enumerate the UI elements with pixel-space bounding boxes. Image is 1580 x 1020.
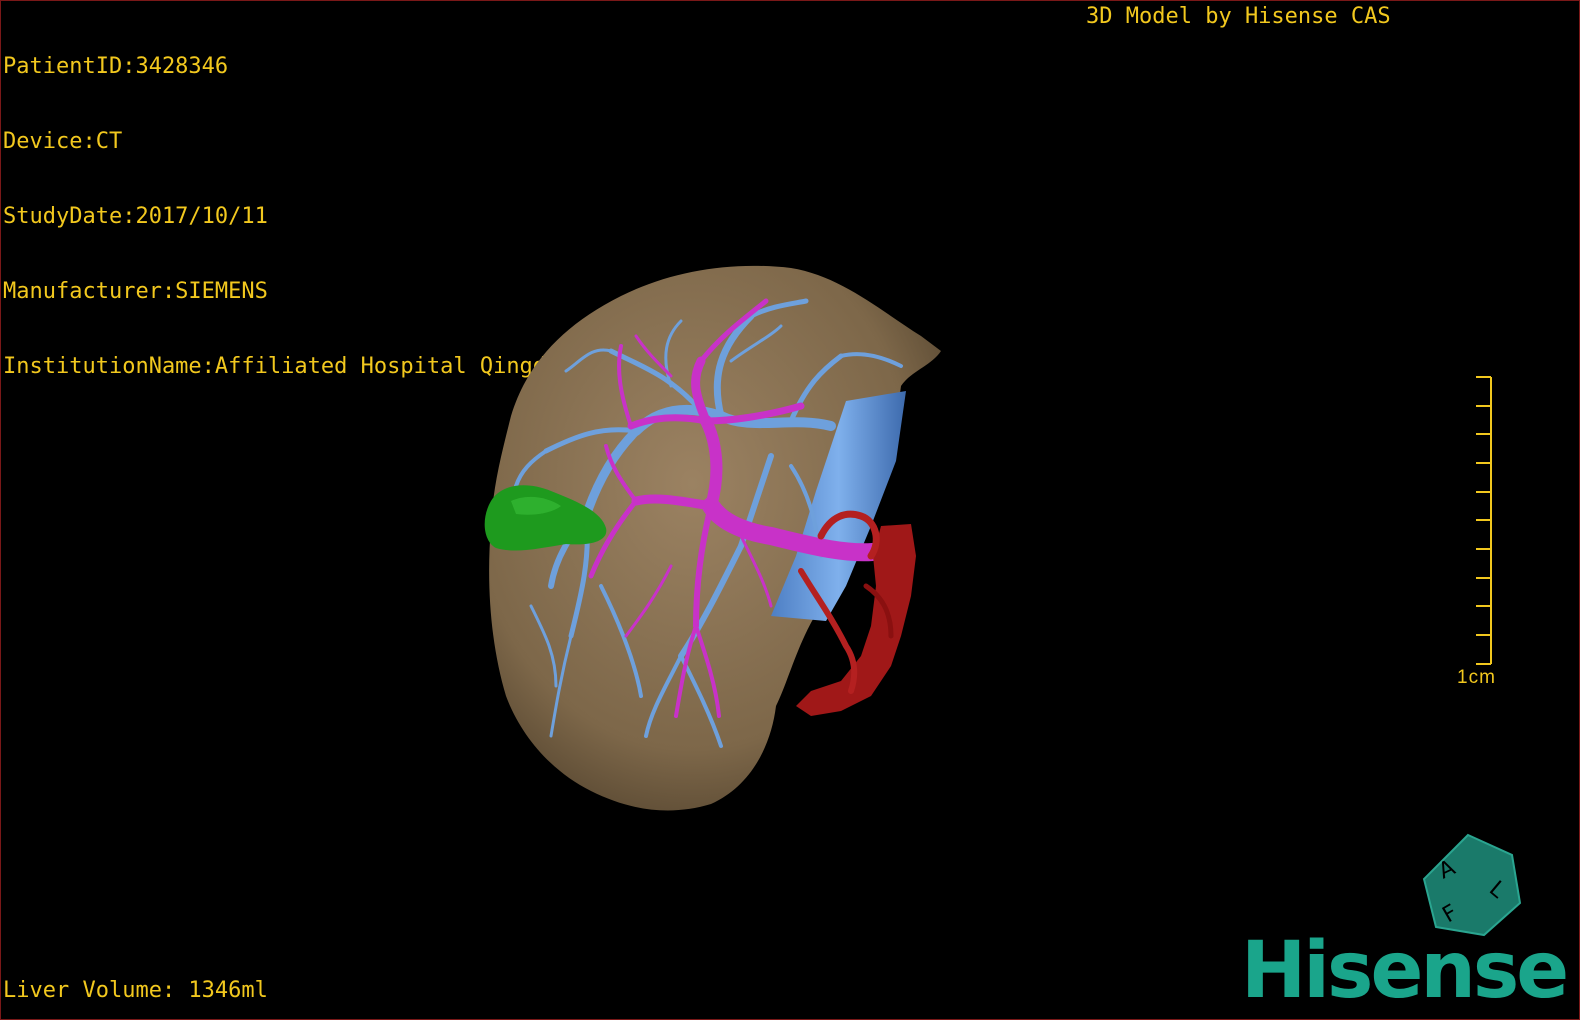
study-date-text: StudyDate:2017/10/11 [3,204,268,229]
liver-3d-model[interactable] [471,256,951,816]
liver-volume-text: Liver Volume: 1346ml [3,978,268,1003]
patient-id-text: PatientID:3428346 [3,54,229,79]
orientation-cube-icon[interactable]: A F L [1416,831,1531,941]
hisense-logo: Hisense [1241,926,1569,1016]
3d-viewport[interactable]: PatientID:3428346 Device:CT StudyDate:20… [0,0,1580,1020]
model-credit-text: 3D Model by Hisense CAS [1086,4,1391,29]
scale-bar [1476,376,1492,665]
scale-bar-label: 1cm [1457,667,1496,688]
device-text: Device:CT [3,129,123,154]
